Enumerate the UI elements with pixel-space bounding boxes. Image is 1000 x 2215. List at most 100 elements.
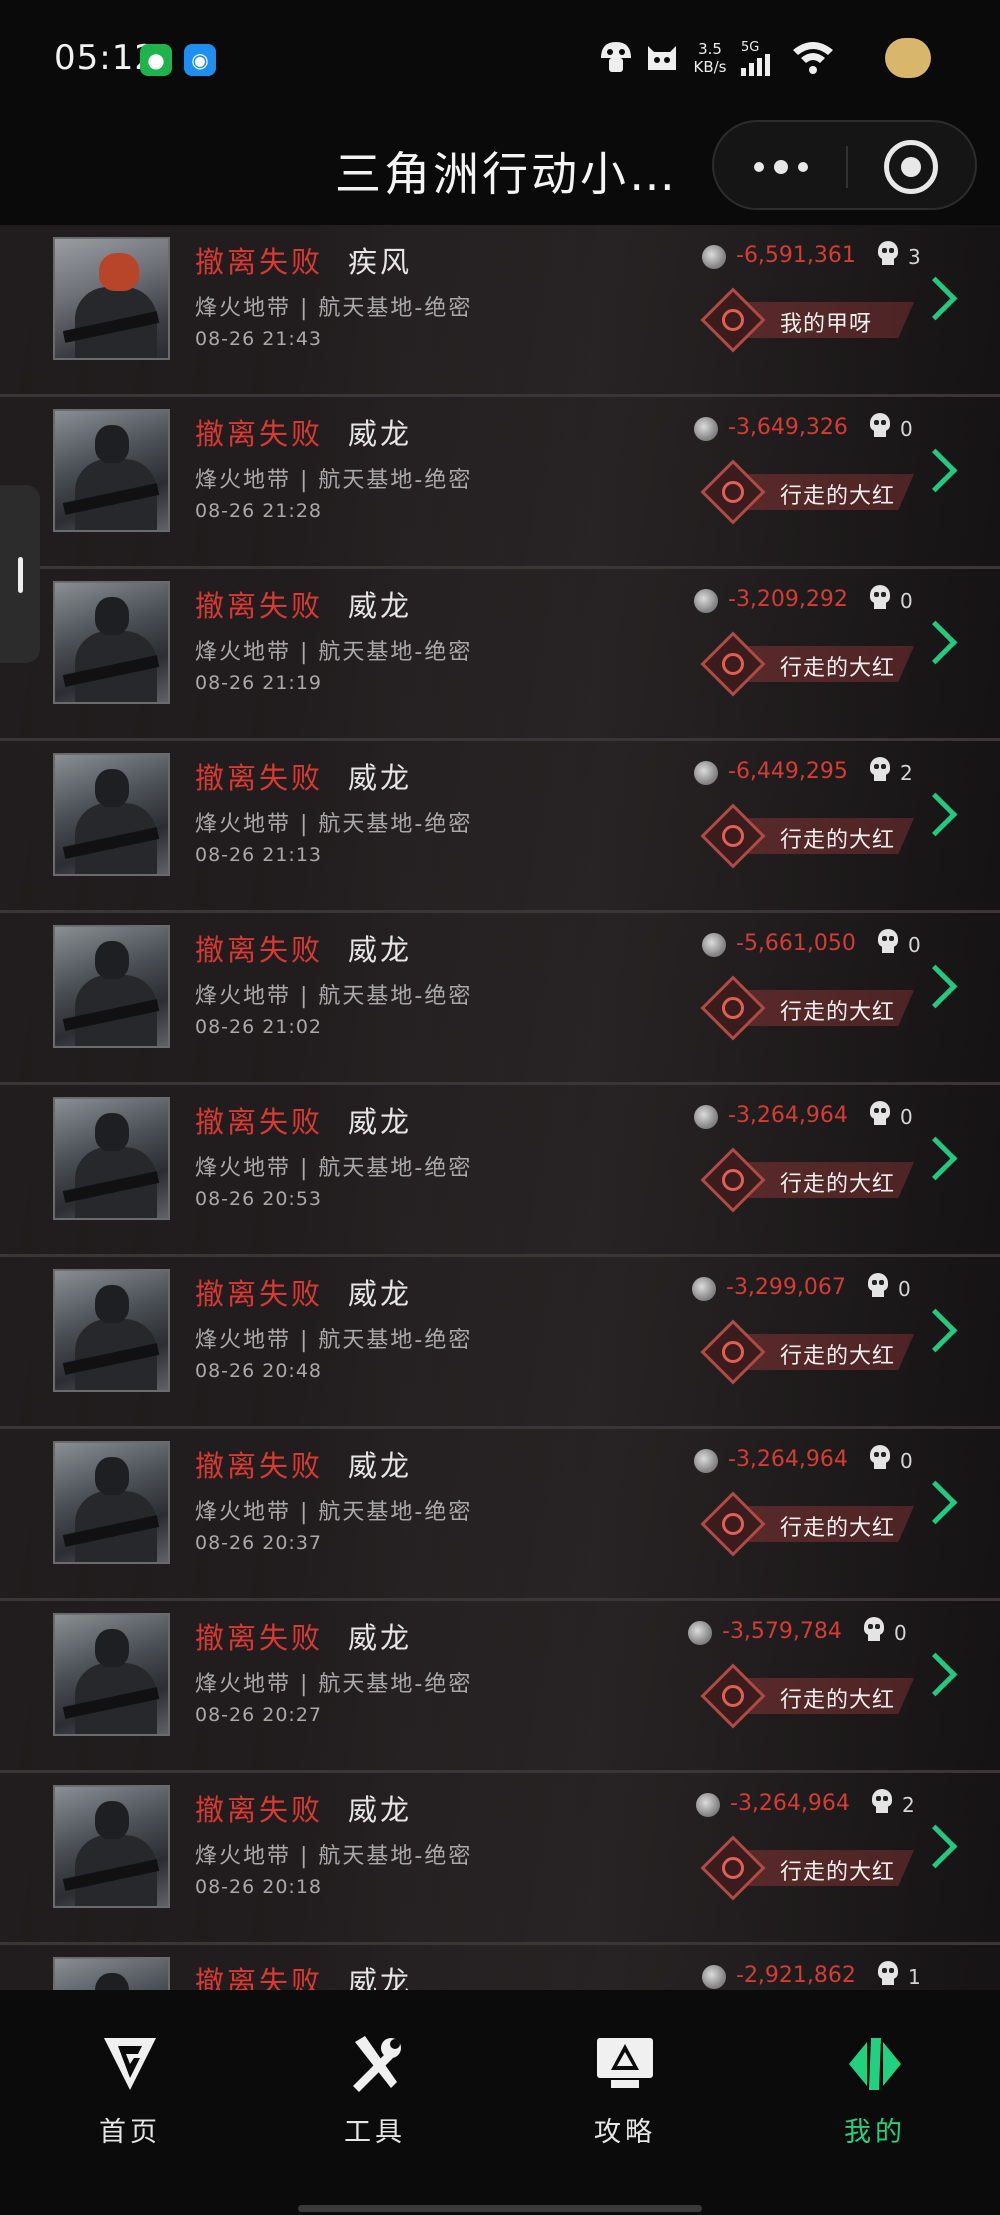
operator-avatar bbox=[53, 925, 170, 1048]
operator-avatar bbox=[53, 1785, 170, 1908]
skull-icon bbox=[868, 585, 892, 613]
player-name: 行走的大红 bbox=[780, 1516, 896, 1541]
operator-avatar bbox=[53, 237, 170, 360]
operator-name: 威龙 bbox=[348, 1449, 413, 1483]
extraction-status: 撤离失败 bbox=[195, 933, 324, 967]
coin-icon bbox=[694, 1105, 718, 1129]
nav-label: 首页 bbox=[99, 2117, 161, 2148]
match-row[interactable]: 撤离失败 威龙 -2,921,862 1 bbox=[0, 1945, 1000, 1990]
handle-grip-icon bbox=[18, 557, 23, 593]
map-mode: 烽火地带 | 航天基地-绝密 bbox=[195, 640, 473, 665]
map-mode: 烽火地带 | 航天基地-绝密 bbox=[195, 468, 473, 493]
chevron-right-icon[interactable] bbox=[920, 277, 946, 321]
kill-count: 2 bbox=[902, 1793, 915, 1817]
coin-icon bbox=[694, 589, 718, 613]
extraction-status: 撤离失败 bbox=[195, 417, 324, 451]
skull-icon bbox=[868, 1101, 892, 1129]
player-name: 行走的大红 bbox=[780, 1000, 896, 1025]
coin-icon bbox=[694, 1449, 718, 1473]
player-name: 行走的大红 bbox=[780, 1688, 896, 1713]
mini-program-capsule bbox=[712, 120, 977, 210]
map-mode: 烽火地带 | 航天基地-绝密 bbox=[195, 1672, 473, 1697]
chevron-right-icon[interactable] bbox=[920, 621, 946, 665]
rank-badge-icon bbox=[700, 287, 766, 353]
match-row[interactable]: 撤离失败 威龙 烽火地带 | 航天基地-绝密 08-26 21:28 -3,649,32… bbox=[0, 397, 1000, 569]
side-drawer-handle[interactable] bbox=[0, 485, 40, 663]
more-options-button[interactable] bbox=[750, 140, 814, 190]
coin-icon bbox=[702, 933, 726, 957]
match-time: 08-26 21:02 bbox=[195, 1016, 323, 1038]
kill-count: 0 bbox=[900, 589, 913, 613]
match-time: 08-26 21:28 bbox=[195, 500, 323, 522]
chevron-right-icon[interactable] bbox=[920, 1137, 946, 1181]
map-mode: 烽火地带 | 航天基地-绝密 bbox=[195, 1500, 473, 1525]
skull-icon bbox=[868, 757, 892, 785]
kill-count: 0 bbox=[900, 1449, 913, 1473]
chevron-right-icon[interactable] bbox=[920, 1653, 946, 1697]
player-name: 我的甲呀 bbox=[780, 312, 873, 337]
player-name: 行走的大红 bbox=[780, 1344, 896, 1369]
operator-name: 威龙 bbox=[348, 1621, 413, 1655]
value-change: -3,264,964 bbox=[730, 1791, 850, 1816]
map-mode: 烽火地带 | 航天基地-绝密 bbox=[195, 1156, 473, 1181]
home-indicator[interactable] bbox=[298, 2205, 702, 2212]
match-row[interactable]: 撤离失败 威龙 烽火地带 | 航天基地-绝密 08-26 21:02 -5,661,05… bbox=[0, 913, 1000, 1085]
chevron-right-icon[interactable] bbox=[920, 1309, 946, 1353]
operator-name: 威龙 bbox=[348, 761, 413, 795]
value-change: -6,591,361 bbox=[736, 243, 856, 268]
match-row[interactable]: 撤离失败 疾风 烽火地带 | 航天基地-绝密 08-26 21:43 -6,591,36… bbox=[0, 225, 1000, 397]
player-name: 行走的大红 bbox=[780, 1860, 896, 1885]
operator-name: 威龙 bbox=[348, 417, 413, 451]
skull-icon bbox=[876, 241, 900, 269]
kill-count: 0 bbox=[898, 1277, 911, 1301]
rank-badge-icon bbox=[700, 803, 766, 869]
skull-icon bbox=[870, 1789, 894, 1817]
value-change: -3,264,964 bbox=[728, 1447, 848, 1472]
extraction-status: 撤离失败 bbox=[195, 589, 324, 623]
operator-avatar bbox=[53, 1613, 170, 1736]
operator-avatar bbox=[53, 581, 170, 704]
nav-label: 我的 bbox=[844, 2117, 906, 2148]
chevron-right-icon[interactable] bbox=[920, 965, 946, 1009]
match-row[interactable]: 撤离失败 威龙 烽火地带 | 航天基地-绝密 08-26 20:18 -3,264,96… bbox=[0, 1773, 1000, 1945]
match-time: 08-26 20:48 bbox=[195, 1360, 323, 1382]
match-row[interactable]: 撤离失败 威龙 烽火地带 | 航天基地-绝密 08-26 20:37 -3,264,96… bbox=[0, 1429, 1000, 1601]
kill-count: 0 bbox=[900, 1105, 913, 1129]
chevron-right-icon[interactable] bbox=[920, 793, 946, 837]
close-mini-program-button[interactable] bbox=[884, 140, 938, 194]
net-speed: 3.5 KB/s bbox=[693, 40, 727, 76]
extraction-status: 撤离失败 bbox=[195, 245, 324, 279]
match-row[interactable]: 撤离失败 威龙 烽火地带 | 航天基地-绝密 08-26 20:53 -3,264,96… bbox=[0, 1085, 1000, 1257]
signal-icon bbox=[741, 54, 770, 76]
more-dot-icon bbox=[798, 162, 808, 172]
extraction-status: 撤离失败 bbox=[195, 1449, 324, 1483]
operator-name: 威龙 bbox=[348, 1105, 413, 1139]
chevron-right-icon[interactable] bbox=[920, 449, 946, 493]
match-row[interactable]: 撤离失败 威龙 烽火地带 | 航天基地-绝密 08-26 20:48 -3,299,06… bbox=[0, 1257, 1000, 1429]
player-name: 行走的大红 bbox=[780, 828, 896, 853]
match-row[interactable]: 撤离失败 威龙 烽火地带 | 航天基地-绝密 08-26 21:19 -3,209,29… bbox=[0, 569, 1000, 741]
match-row[interactable]: 撤离失败 威龙 烽火地带 | 航天基地-绝密 08-26 20:27 -3,579,78… bbox=[0, 1601, 1000, 1773]
nav-item-tools[interactable]: 工具 bbox=[295, 2032, 455, 2152]
wifi-icon bbox=[793, 42, 833, 74]
skull-icon bbox=[876, 929, 900, 957]
operator-avatar bbox=[53, 1441, 170, 1564]
match-row[interactable]: 撤离失败 威龙 烽火地带 | 航天基地-绝密 08-26 21:13 -6,449,29… bbox=[0, 741, 1000, 913]
rank-badge-icon bbox=[700, 631, 766, 697]
map-mode: 烽火地带 | 航天基地-绝密 bbox=[195, 296, 473, 321]
coin-icon bbox=[694, 761, 718, 785]
rank-badge-icon bbox=[700, 1319, 766, 1385]
rank-badge-icon bbox=[700, 1491, 766, 1557]
nav-item-profile[interactable]: 我的 bbox=[795, 2032, 955, 2152]
value-change: -3,264,964 bbox=[728, 1103, 848, 1128]
nav-item-guide[interactable]: 攻略 bbox=[545, 2032, 705, 2152]
match-history-list[interactable]: 撤离失败 疾风 烽火地带 | 航天基地-绝密 08-26 21:43 -6,591,36… bbox=[0, 225, 1000, 1990]
skull-icon bbox=[866, 1273, 890, 1301]
chevron-right-icon[interactable] bbox=[920, 1481, 946, 1525]
operator-name: 威龙 bbox=[348, 1277, 413, 1311]
nav-item-home[interactable]: 首页 bbox=[50, 2032, 210, 2152]
value-change: -3,209,292 bbox=[728, 587, 848, 612]
target-icon bbox=[901, 157, 921, 177]
chevron-right-icon[interactable] bbox=[920, 1825, 946, 1869]
value-change: -6,449,295 bbox=[728, 759, 848, 784]
